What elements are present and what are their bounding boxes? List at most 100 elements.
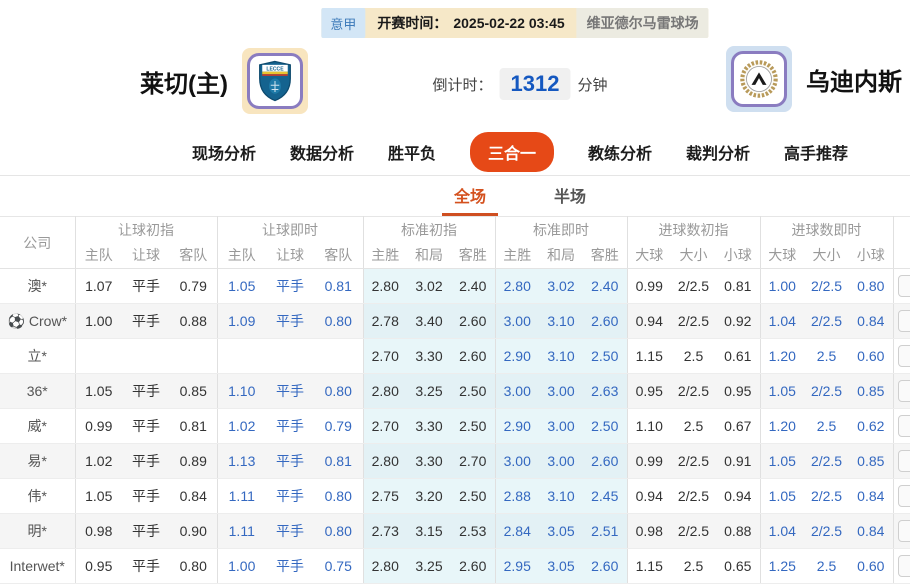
row-detail-button[interactable] [897, 520, 910, 542]
nav-tab-3[interactable]: 胜平负 [388, 140, 436, 164]
nav-tab-7[interactable]: 高手推荐 [784, 140, 848, 164]
svg-text:LECCE: LECCE [266, 66, 284, 72]
column-header: 让球 [122, 242, 170, 269]
row-detail-button[interactable] [897, 485, 910, 507]
analysis-nav: 现场分析 数据分析 胜平负 三合一 教练分析 裁判分析 高手推荐 [0, 128, 910, 176]
odds-cell: 平手 [266, 548, 314, 584]
team-header: 莱切(主) LECCE 倒计时： 1312 分钟 乌迪内斯 [0, 46, 910, 116]
odds-row: 36* 1.05 平手 0.85 1.10 平手 0.80 2.80 3.25 2.50 3.00 3… [0, 373, 910, 409]
odds-table: 公司 让球初指 让球即时 标准初指 标准即时 进球数初指 进球数即时 主队 让球 客队 主队 让球 客队… [0, 216, 910, 584]
odds-cell: 2.50 [583, 338, 627, 374]
row-detail-button[interactable] [897, 450, 910, 472]
nav-tab-2[interactable]: 数据分析 [290, 140, 354, 164]
odds-cell: 0.80 [314, 513, 363, 549]
column-header: 大球 [626, 242, 671, 269]
company-cell[interactable]: Interwet* [0, 548, 75, 584]
odds-cell: 1.05 [74, 478, 122, 514]
row-detail-button[interactable] [897, 345, 910, 367]
odds-cell: 2.75 [362, 478, 407, 514]
odds-cell: 0.88 [716, 513, 761, 549]
period-tab-1[interactable]: 全场 [441, 177, 498, 216]
odds-cell: 3.25 [407, 373, 451, 409]
odds-cell: 3.25 [407, 548, 451, 584]
company-cell[interactable]: 澳* [0, 268, 75, 304]
company-cell[interactable]: 36* [0, 373, 75, 409]
odds-cell: 3.00 [539, 373, 583, 409]
odds-cell: 1.07 [74, 268, 122, 304]
odds-cell: 3.02 [539, 268, 583, 304]
row-detail-cell [892, 373, 910, 409]
kickoff-label: 开赛时间： [377, 15, 448, 31]
odds-cell: 2.73 [362, 513, 407, 549]
home-team-logo: LECCE [241, 48, 308, 114]
column-header: 和局 [407, 242, 451, 269]
odds-cell: 1.05 [759, 443, 805, 479]
odds-cell: 2/2.5 [671, 373, 716, 409]
odds-cell: 3.00 [494, 303, 539, 339]
period-tab-2[interactable]: 半场 [542, 177, 598, 216]
odds-row: 威* 0.99 平手 0.81 1.02 平手 0.79 2.70 3.30 2.50 2.90 3.… [0, 408, 910, 444]
odds-cell: 2.5 [804, 548, 850, 584]
odds-cell: 3.02 [407, 268, 451, 304]
odds-cell: 2.90 [494, 408, 539, 444]
odds-cell: 1.10 [626, 408, 671, 444]
column-header: 主队 [74, 242, 122, 269]
odds-cell: 0.88 [170, 303, 217, 339]
row-detail-button[interactable] [897, 555, 910, 577]
company-cell[interactable]: 立* [0, 338, 75, 374]
odds-cell: 3.40 [407, 303, 451, 339]
nav-tab-6[interactable]: 裁判分析 [686, 140, 750, 164]
row-detail-button[interactable] [897, 415, 910, 437]
odds-cell: 2.5 [804, 408, 850, 444]
odds-cell: 2/2.5 [671, 303, 716, 339]
home-team: 莱切(主) LECCE [140, 48, 308, 114]
column-header: 大小 [804, 242, 850, 269]
odds-cell: 0.81 [314, 268, 363, 304]
nav-tab-5[interactable]: 教练分析 [588, 140, 652, 164]
company-name: Crow* [28, 312, 68, 329]
odds-cell: 0.81 [314, 443, 363, 479]
odds-cell: 0.60 [849, 548, 894, 584]
odds-cell: 平手 [266, 443, 314, 479]
odds-cell: 平手 [122, 408, 170, 444]
odds-cell: 3.00 [494, 373, 539, 409]
odds-cell: 1.05 [74, 373, 122, 409]
column-header: 客队 [170, 242, 217, 269]
odds-cell: 2.60 [451, 303, 495, 339]
odds-cell: 2/2.5 [804, 303, 850, 339]
odds-cell: 0.99 [74, 408, 122, 444]
group-header-3: 标准初指 [362, 216, 495, 243]
odds-cell: 平手 [122, 443, 170, 479]
odds-cell [266, 338, 314, 374]
nav-tab-4[interactable]: 三合一 [469, 131, 554, 172]
company-cell[interactable]: 威* [0, 408, 75, 444]
row-detail-button[interactable] [897, 310, 910, 332]
odds-cell: 2/2.5 [804, 268, 850, 304]
column-header: 大小 [671, 242, 716, 269]
odds-cell: 2.50 [451, 373, 495, 409]
row-detail-cell [892, 548, 910, 584]
odds-cell: 3.30 [407, 338, 451, 374]
odds-cell: 1.15 [626, 338, 671, 374]
company-cell[interactable]: ⚽ Crow* [0, 303, 75, 339]
league-badge[interactable]: 意甲 [321, 8, 366, 38]
odds-cell: 0.85 [849, 443, 894, 479]
odds-cell [74, 338, 122, 374]
odds-cell: 0.99 [626, 268, 671, 304]
column-header: 客队 [314, 242, 363, 269]
odds-cell: 2/2.5 [804, 478, 850, 514]
nav-tabs: 现场分析 数据分析 胜平负 三合一 教练分析 裁判分析 高手推荐 [65, 128, 910, 175]
row-detail-button[interactable] [897, 380, 910, 402]
odds-cell: 平手 [122, 548, 170, 584]
nav-tab-1[interactable]: 现场分析 [192, 140, 256, 164]
company-cell[interactable]: 明* [0, 513, 75, 549]
odds-cell: 0.90 [170, 513, 217, 549]
row-detail-button[interactable] [897, 275, 910, 297]
odds-cell: 2.80 [494, 268, 539, 304]
odds-cell: 3.20 [407, 478, 451, 514]
company-cell[interactable]: 易* [0, 443, 75, 479]
row-detail-cell [892, 443, 910, 479]
odds-row: 易* 1.02 平手 0.89 1.13 平手 0.81 2.80 3.30 2.70 3.00 3.… [0, 443, 910, 479]
company-cell[interactable]: 伟* [0, 478, 75, 514]
odds-cell: 2.80 [362, 268, 407, 304]
